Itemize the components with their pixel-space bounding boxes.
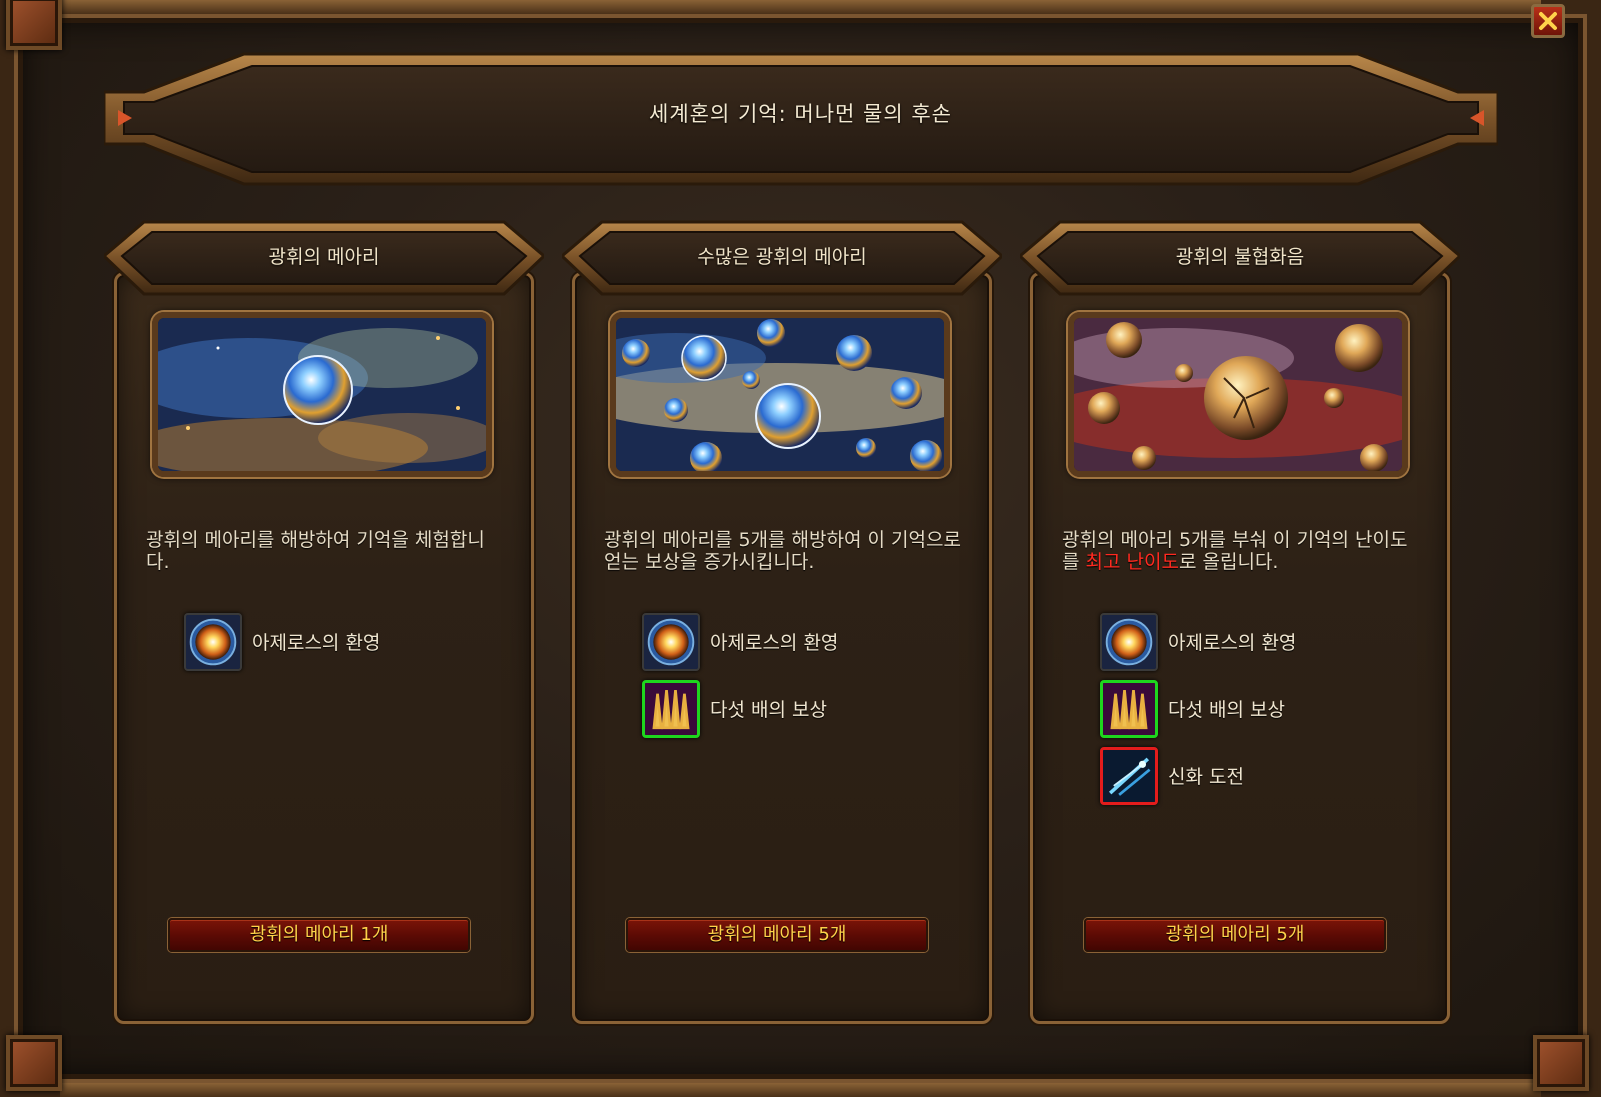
option-card-discord: 광휘의 불협화음 광휘의 메아리 5개를 부숴 이 기억의 난이도를 최고 난이…	[1020, 212, 1460, 1024]
option-card-many-echoes: 수많은 광휘의 메아리 광휘의 메아리를 5개를 해방하여 이 기억으로 얻는 …	[562, 212, 1002, 1024]
azeroth-vision-icon	[642, 612, 700, 671]
reward-label: 아제로스의 환영	[710, 632, 839, 654]
highest-difficulty-highlight: 최고 난이도	[1085, 551, 1179, 573]
reward-item[interactable]: 다섯 배의 보상	[642, 675, 962, 742]
reward-label: 아제로스의 환영	[1168, 632, 1297, 654]
page-title: 세계혼의 기억: 머나먼 물의 후손	[649, 102, 952, 126]
close-x-icon	[1539, 12, 1557, 30]
azeroth-vision-icon	[1100, 612, 1158, 671]
option-card-single-echo: 광휘의 메아리 광휘의 메아리를 해방하여 기억을 체험합니다. 아제로스의 환…	[104, 212, 544, 1024]
cracked-orbs-image	[1068, 312, 1408, 477]
reward-label: 다섯 배의 보상	[1168, 699, 1285, 721]
reward-list: 아제로스의 환영 다섯 배의 보상	[642, 608, 962, 742]
card-description: 광휘의 메아리를 5개를 해방하여 이 기억으로 얻는 보상을 증가시킵니다.	[604, 529, 961, 573]
reward-item[interactable]: 다섯 배의 보상	[1100, 675, 1420, 742]
card-title: 광휘의 메아리	[268, 246, 380, 268]
fivefold-reward-icon	[642, 679, 700, 738]
reward-item[interactable]: 신화 도전	[1100, 742, 1420, 809]
card-description: 광휘의 메아리를 해방하여 기억을 체험합니다.	[146, 529, 485, 573]
single-echo-orb-image	[152, 312, 492, 477]
frame-corner-bottom-left	[6, 1035, 62, 1091]
frame-corner-bottom-right	[1533, 1035, 1589, 1091]
reward-item[interactable]: 아제로스의 환영	[184, 608, 504, 675]
reward-list: 아제로스의 환영	[184, 608, 504, 675]
reward-list: 아제로스의 환영 다섯 배의 보상 신화 도전	[1100, 608, 1420, 809]
frame-corner-top-left	[6, 0, 62, 50]
reward-label: 신화 도전	[1168, 766, 1244, 788]
close-button[interactable]	[1531, 4, 1565, 38]
reward-label: 아제로스의 환영	[252, 632, 381, 654]
card-header: 수많은 광휘의 메아리	[562, 212, 1002, 302]
card-title: 수많은 광휘의 메아리	[697, 246, 867, 268]
card-header: 광휘의 메아리	[104, 212, 544, 302]
echo-cost-button[interactable]: 광휘의 메아리 5개	[626, 918, 928, 952]
mythic-challenge-icon	[1100, 746, 1158, 805]
reward-item[interactable]: 아제로스의 환영	[1100, 608, 1420, 675]
card-description: 광휘의 메아리 5개를 부숴 이 기억의 난이도를 최고 난이도로 올립니다.	[1062, 529, 1422, 573]
reward-item[interactable]: 아제로스의 환영	[642, 608, 962, 675]
card-header: 광휘의 불협화음	[1020, 212, 1460, 302]
echo-cost-button[interactable]: 광휘의 메아리 5개	[1084, 918, 1386, 952]
reward-label: 다섯 배의 보상	[710, 699, 827, 721]
many-echo-orbs-image	[610, 312, 950, 477]
frame-top-bar	[60, 0, 1541, 14]
fivefold-reward-icon	[1100, 679, 1158, 738]
card-title: 광휘의 불협화음	[1175, 246, 1305, 268]
frame-bottom-bar	[60, 1083, 1541, 1097]
card-description-text: 로 올립니다.	[1178, 551, 1279, 573]
azeroth-vision-icon	[184, 612, 242, 671]
echo-cost-button[interactable]: 광휘의 메아리 1개	[168, 918, 470, 952]
